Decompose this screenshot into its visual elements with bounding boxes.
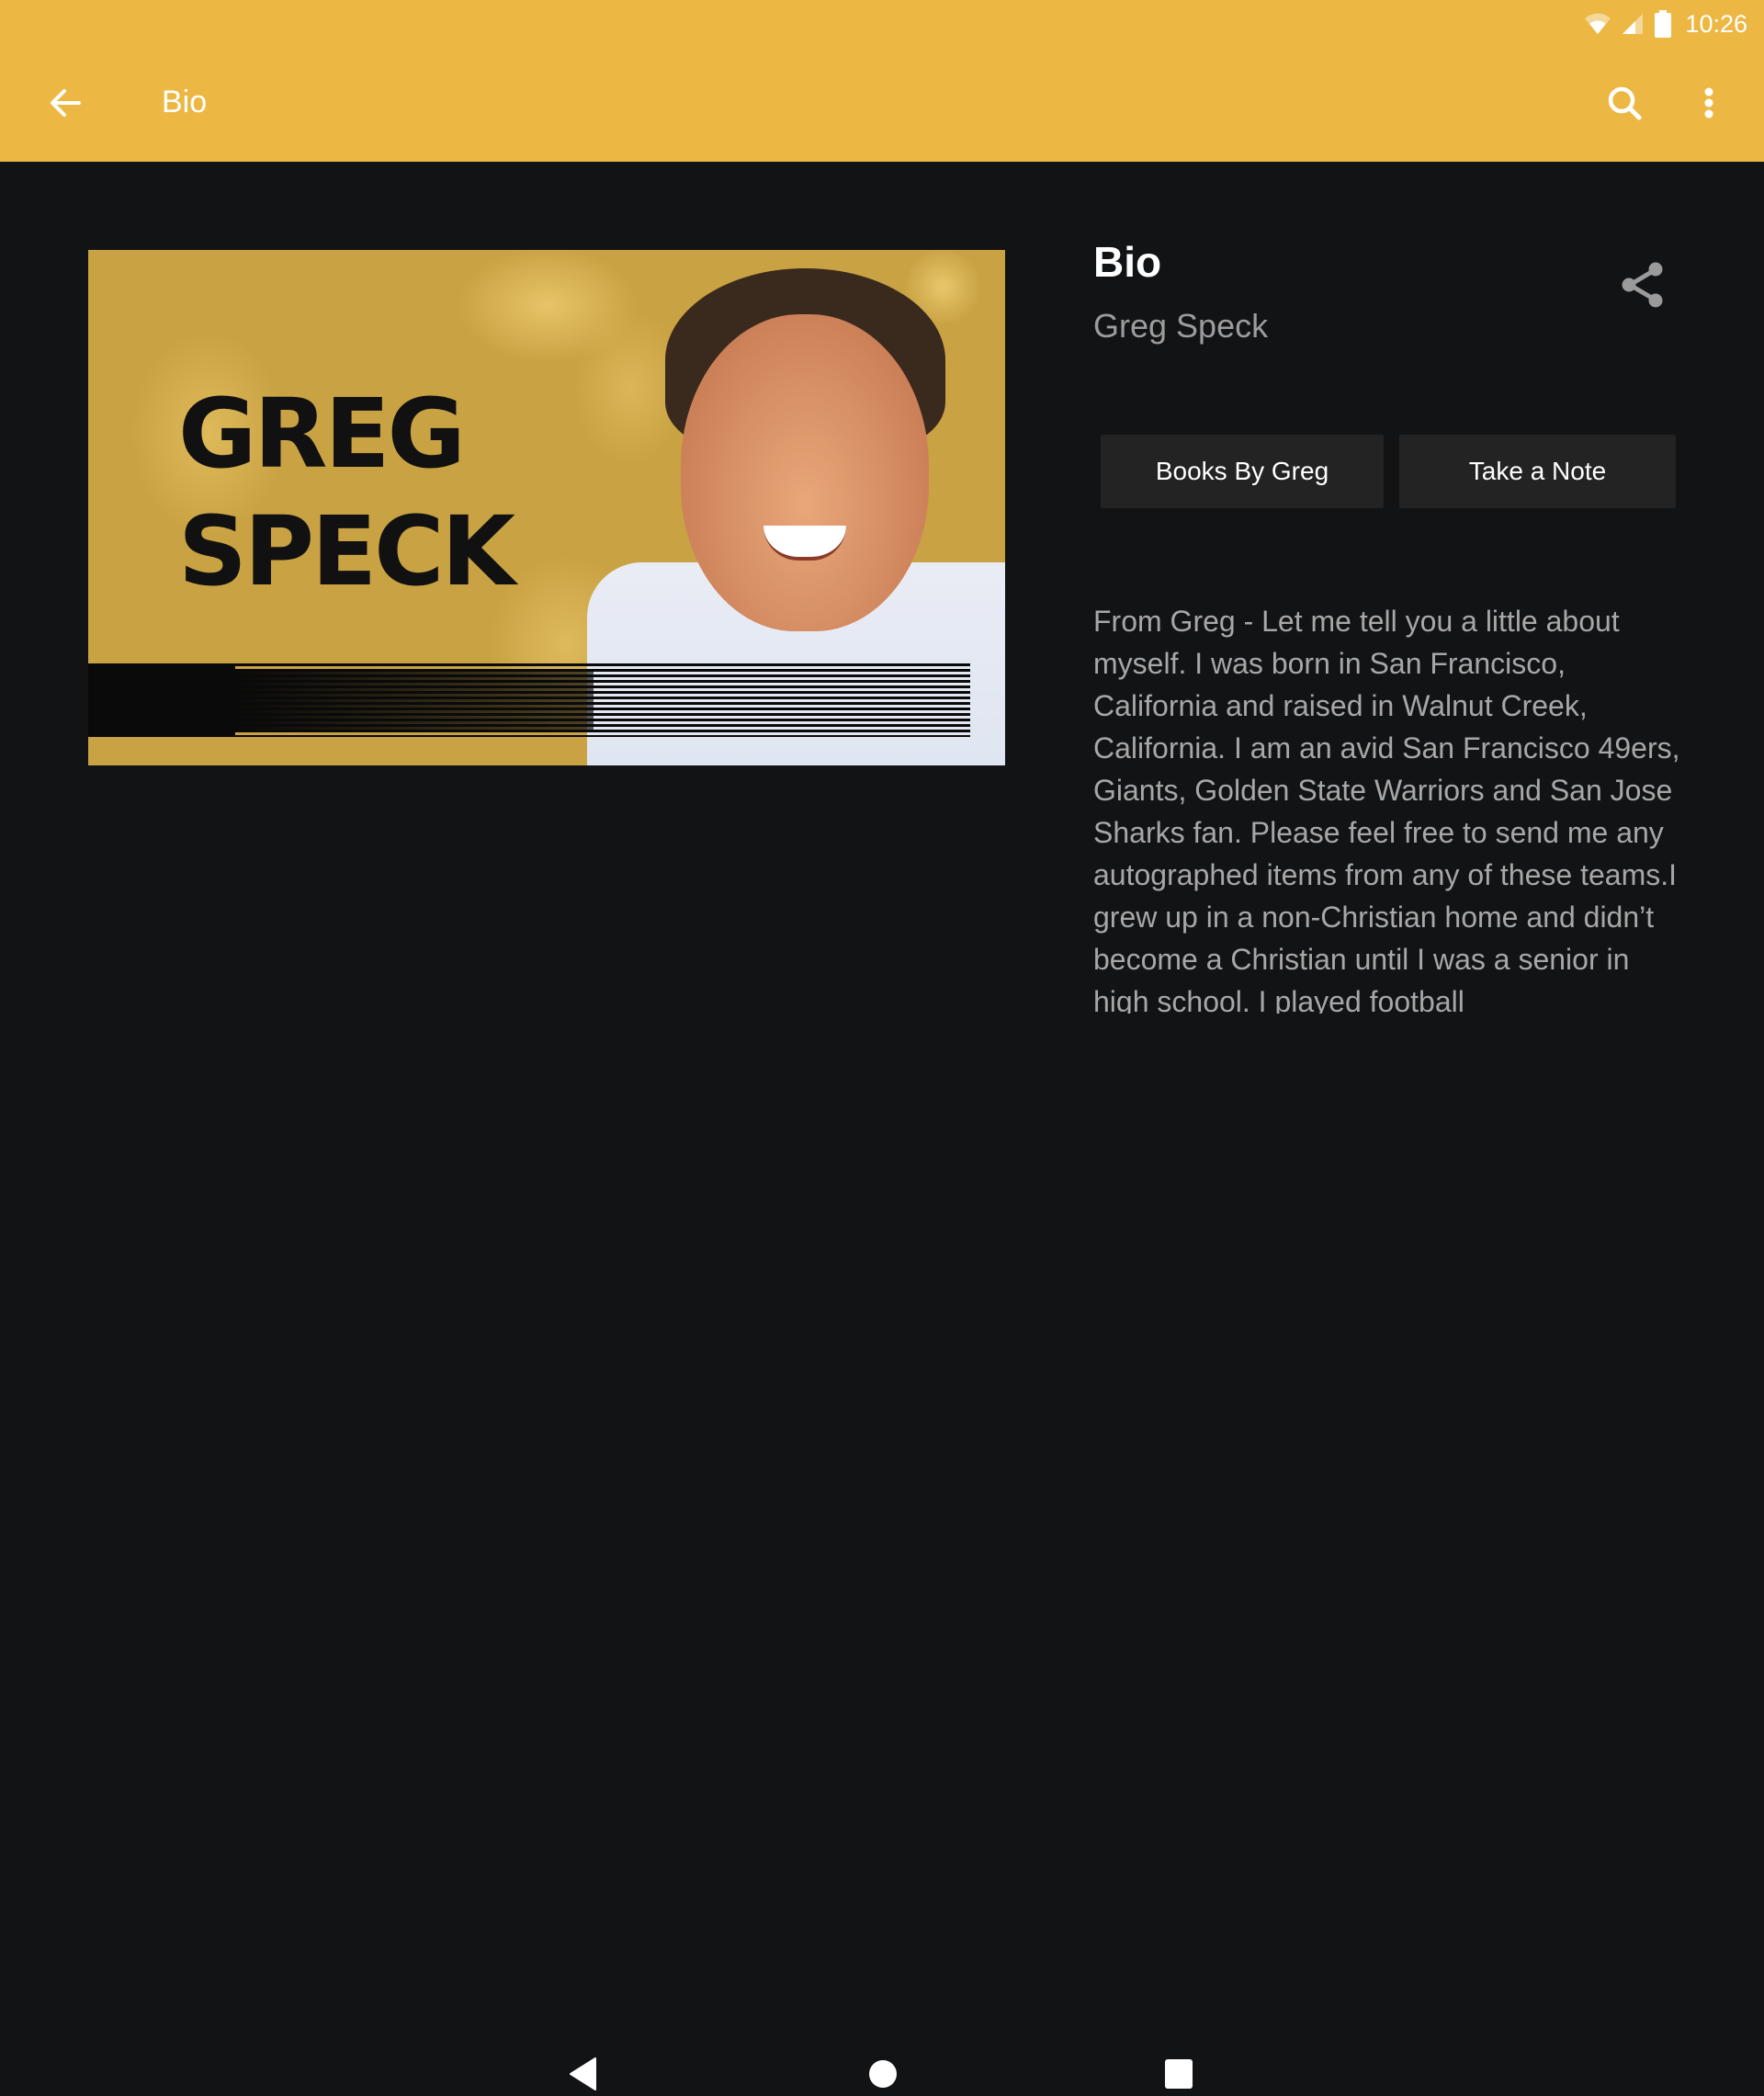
back-triangle-icon bbox=[570, 2057, 596, 2090]
author-name: Greg Speck bbox=[1093, 307, 1269, 345]
system-nav-bar bbox=[0, 1015, 1764, 2090]
status-time: 10:26 bbox=[1685, 9, 1747, 38]
battery-icon bbox=[1655, 10, 1672, 38]
more-options-button[interactable] bbox=[1689, 81, 1729, 125]
cellular-signal-icon bbox=[1623, 14, 1644, 34]
status-bar: 10:26 bbox=[1584, 7, 1747, 40]
bio-text: From Greg - Let me tell you a little abo… bbox=[1093, 605, 1680, 1014]
hero-portrait-face bbox=[681, 314, 929, 631]
nav-recents-button recents-square-icon[interactable] bbox=[1165, 2059, 1193, 2089]
nav-back-button[interactable] bbox=[568, 2056, 597, 2091]
hero-name-text: GREG SPECK bbox=[178, 375, 515, 610]
back-button[interactable] bbox=[44, 81, 88, 125]
search-button[interactable] bbox=[1602, 81, 1646, 125]
toolbar-title: Bio bbox=[162, 85, 208, 119]
hero-image: GREG SPECK bbox=[88, 250, 1005, 765]
more-vert-icon bbox=[1704, 87, 1713, 119]
hero-brush-solid bbox=[88, 665, 235, 735]
hero-name-line1: GREG bbox=[178, 378, 466, 490]
wifi-icon bbox=[1585, 13, 1611, 34]
app-bar: 10:26 Bio bbox=[0, 0, 1764, 162]
arrow-back-icon bbox=[51, 89, 81, 117]
search-icon bbox=[1608, 86, 1642, 120]
nav-home-button home-circle-icon[interactable] bbox=[869, 2060, 897, 2088]
share-button[interactable] bbox=[1617, 259, 1668, 311]
take-a-note-button[interactable]: Take a Note bbox=[1399, 435, 1676, 508]
page-heading: Bio bbox=[1093, 238, 1162, 286]
books-by-greg-button[interactable]: Books By Greg bbox=[1101, 435, 1384, 508]
share-icon bbox=[1622, 262, 1663, 308]
hero-name-line2: SPECK bbox=[178, 495, 515, 607]
hero-brush-fade bbox=[235, 669, 594, 731]
